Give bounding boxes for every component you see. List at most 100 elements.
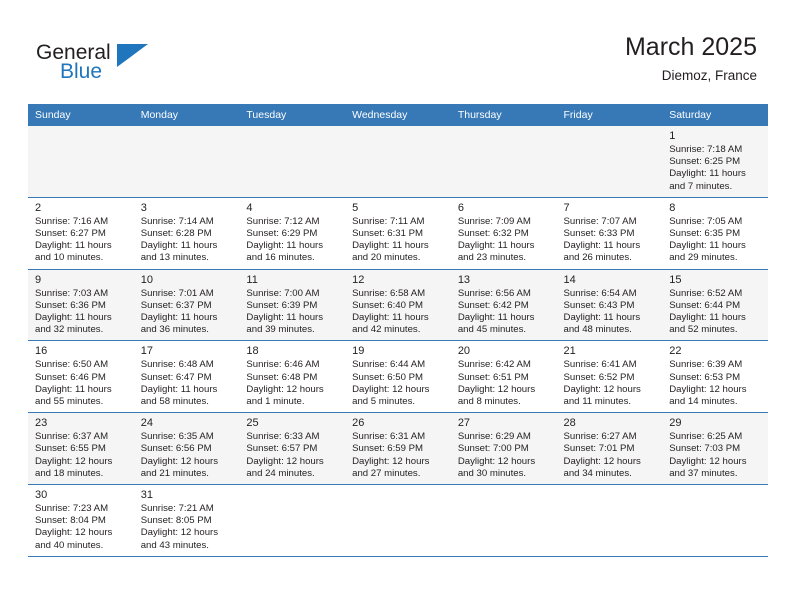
day-number: 22 [669,345,682,358]
calendar-day-cell[interactable]: 2 Sunrise: 7:16 AM Sunset: 6:27 PM Daylig… [28,197,134,270]
day-cell-content: 1 Sunrise: 7:18 AM Sunset: 6:25 PM Daylig… [662,126,768,197]
calendar-day-cell[interactable]: 17 Sunrise: 6:48 AM Sunset: 6:47 PM Dayli… [133,340,240,414]
day-number: 28 [563,417,576,430]
calendar-day-cell[interactable]: 9 Sunrise: 7:03 AM Sunset: 6:36 PM Daylig… [28,269,134,342]
day-number: 7 [563,201,570,214]
day-cell-content: 6 Sunrise: 7:09 AM Sunset: 6:32 PM Daylig… [451,198,557,269]
sun-times-text: Sunrise: 7:16 AM Sunset: 6:27 PM Dayligh… [35,215,112,264]
calendar-day-cell[interactable]: 19 Sunrise: 6:44 AM Sunset: 6:50 PM Dayli… [345,340,451,414]
day-cell-content [451,126,557,197]
calendar-empty-cell [133,126,240,198]
day-cell-content [134,126,240,197]
calendar-week-row: 16 Sunrise: 6:50 AM Sunset: 6:46 PM Dayli… [28,340,768,414]
weekday-header-monday: Monday [133,104,240,126]
weekday-header-row: Sunday Monday Tuesday Wednesday Thursday… [28,104,768,126]
calendar-day-cell[interactable]: 16 Sunrise: 6:50 AM Sunset: 6:46 PM Dayli… [28,340,134,414]
calendar-day-cell[interactable]: 6 Sunrise: 7:09 AM Sunset: 6:32 PM Daylig… [450,197,557,270]
calendar-day-cell[interactable]: 29 Sunrise: 6:25 AM Sunset: 7:03 PM Dayli… [662,412,768,486]
calendar-day-cell[interactable]: 18 Sunrise: 6:46 AM Sunset: 6:48 PM Dayli… [239,340,346,414]
day-number: 13 [457,273,471,286]
sun-times-text: Sunrise: 7:01 AM Sunset: 6:37 PM Dayligh… [140,287,218,336]
sun-times-text: Sunrise: 6:56 AM Sunset: 6:42 PM Dayligh… [457,287,535,336]
day-cell-content [451,485,557,556]
general-blue-logo[interactable]: General Blue [36,41,186,91]
sun-times-text: Sunrise: 6:37 AM Sunset: 6:55 PM Dayligh… [35,431,113,479]
calendar-day-cell[interactable]: 20 Sunrise: 6:42 AM Sunset: 6:51 PM Dayli… [450,340,557,414]
page-header: General Blue March 2025 Diemoz, France [0,0,792,104]
weekday-header-saturday: Saturday [662,104,768,126]
calendar-day-cell[interactable]: 1 Sunrise: 7:18 AM Sunset: 6:25 PM Daylig… [662,126,768,198]
day-cell-content: 10 Sunrise: 7:01 AM Sunset: 6:37 PM Dayli… [134,270,240,341]
calendar-day-cell[interactable]: 23 Sunrise: 6:37 AM Sunset: 6:55 PM Dayli… [28,412,134,486]
sun-times-text: Sunrise: 6:35 AM Sunset: 6:56 PM Dayligh… [140,431,219,479]
calendar-day-cell[interactable]: 26 Sunrise: 6:31 AM Sunset: 6:59 PM Dayli… [345,412,451,486]
day-cell-content: 16 Sunrise: 6:50 AM Sunset: 6:46 PM Dayli… [28,341,134,412]
calendar-day-cell[interactable]: 30 Sunrise: 7:23 AM Sunset: 8:04 PM Dayli… [28,484,134,557]
sun-times-text: Sunrise: 7:05 AM Sunset: 6:35 PM Dayligh… [669,215,746,264]
day-cell-content: 26 Sunrise: 6:31 AM Sunset: 6:59 PM Dayli… [345,413,451,484]
day-number: 2 [35,201,42,214]
calendar-day-cell[interactable]: 22 Sunrise: 6:39 AM Sunset: 6:53 PM Dayli… [662,340,768,414]
day-number: 16 [35,345,48,358]
day-number: 1 [669,130,676,142]
sun-times-text: Sunrise: 6:25 AM Sunset: 7:03 PM Dayligh… [669,431,747,479]
day-cell-content [239,126,345,197]
day-cell-content: 22 Sunrise: 6:39 AM Sunset: 6:53 PM Dayli… [662,341,768,412]
day-cell-content: 7 Sunrise: 7:07 AM Sunset: 6:33 PM Daylig… [557,198,663,269]
calendar-day-cell[interactable]: 7 Sunrise: 7:07 AM Sunset: 6:33 PM Daylig… [556,197,663,270]
weekday-header-wednesday: Wednesday [345,104,451,126]
day-cell-content: 18 Sunrise: 6:46 AM Sunset: 6:48 PM Dayli… [239,341,345,412]
day-number: 25 [246,417,259,430]
day-number: 27 [457,417,471,430]
calendar-day-cell[interactable]: 3 Sunrise: 7:14 AM Sunset: 6:28 PM Daylig… [133,197,240,270]
calendar-day-cell[interactable]: 31 Sunrise: 7:21 AM Sunset: 8:05 PM Dayli… [133,484,240,557]
day-cell-content: 27 Sunrise: 6:29 AM Sunset: 7:00 PM Dayli… [451,413,557,484]
sun-times-text: Sunrise: 6:27 AM Sunset: 7:01 PM Dayligh… [563,431,641,479]
calendar-day-cell[interactable]: 28 Sunrise: 6:27 AM Sunset: 7:01 PM Dayli… [556,412,663,486]
sun-times-text: Sunrise: 7:09 AM Sunset: 6:32 PM Dayligh… [457,215,535,264]
calendar-day-cell[interactable]: 15 Sunrise: 6:52 AM Sunset: 6:44 PM Dayli… [662,269,768,342]
sun-times-text: Sunrise: 7:14 AM Sunset: 6:28 PM Dayligh… [140,215,218,264]
calendar-week-row: 23 Sunrise: 6:37 AM Sunset: 6:55 PM Dayli… [28,412,768,486]
calendar-week-row: 9 Sunrise: 7:03 AM Sunset: 6:36 PM Daylig… [28,269,768,342]
calendar-day-cell[interactable]: 8 Sunrise: 7:05 AM Sunset: 6:35 PM Daylig… [662,197,768,270]
weekday-header-sunday: Sunday [28,104,134,126]
calendar-day-cell[interactable]: 11 Sunrise: 7:00 AM Sunset: 6:39 PM Dayli… [239,269,346,342]
calendar-empty-cell [556,484,663,557]
calendar-day-cell[interactable]: 14 Sunrise: 6:54 AM Sunset: 6:43 PM Dayli… [556,269,663,342]
day-number: 10 [140,273,153,286]
sun-times-text: Sunrise: 7:11 AM Sunset: 6:31 PM Dayligh… [352,215,429,264]
calendar-day-cell[interactable]: 24 Sunrise: 6:35 AM Sunset: 6:56 PM Dayli… [133,412,240,486]
sun-times-text: Sunrise: 6:39 AM Sunset: 6:53 PM Dayligh… [669,359,747,408]
day-number: 14 [563,273,576,286]
sun-times-text: Sunrise: 6:33 AM Sunset: 6:57 PM Dayligh… [246,431,324,479]
calendar-day-cell[interactable]: 12 Sunrise: 6:58 AM Sunset: 6:40 PM Dayli… [345,269,451,342]
day-cell-content [239,485,345,556]
day-number: 15 [669,273,682,286]
day-cell-content: 19 Sunrise: 6:44 AM Sunset: 6:50 PM Dayli… [345,341,451,412]
sun-times-text: Sunrise: 7:18 AM Sunset: 6:25 PM Dayligh… [669,144,746,192]
location-subtitle: Diemoz, France [661,68,757,83]
day-cell-content: 12 Sunrise: 6:58 AM Sunset: 6:40 PM Dayli… [345,270,451,341]
day-cell-content: 20 Sunrise: 6:42 AM Sunset: 6:51 PM Dayli… [451,341,557,412]
calendar-day-cell[interactable]: 10 Sunrise: 7:01 AM Sunset: 6:37 PM Dayli… [133,269,240,342]
day-cell-content [28,126,134,197]
calendar-empty-cell [450,484,557,557]
day-cell-content: 21 Sunrise: 6:41 AM Sunset: 6:52 PM Dayli… [557,341,663,412]
calendar-day-cell[interactable]: 4 Sunrise: 7:12 AM Sunset: 6:29 PM Daylig… [239,197,346,270]
sun-times-text: Sunrise: 6:54 AM Sunset: 6:43 PM Dayligh… [563,287,641,336]
day-number: 12 [352,273,365,286]
day-number: 19 [352,345,365,358]
calendar-day-cell[interactable]: 21 Sunrise: 6:41 AM Sunset: 6:52 PM Dayli… [556,340,663,414]
sun-times-text: Sunrise: 7:21 AM Sunset: 8:05 PM Dayligh… [140,503,219,551]
sun-times-text: Sunrise: 6:31 AM Sunset: 6:59 PM Dayligh… [352,431,430,479]
page-title: March 2025 [624,33,757,61]
calendar-week-row: 30 Sunrise: 7:23 AM Sunset: 8:04 PM Dayli… [28,484,768,557]
calendar-day-cell[interactable]: 25 Sunrise: 6:33 AM Sunset: 6:57 PM Dayli… [239,412,346,486]
day-number: 29 [669,417,682,430]
calendar-day-cell[interactable]: 27 Sunrise: 6:29 AM Sunset: 7:00 PM Dayli… [450,412,557,486]
calendar-day-cell[interactable]: 13 Sunrise: 6:56 AM Sunset: 6:42 PM Dayli… [450,269,557,342]
calendar-empty-cell [450,126,557,198]
calendar-day-cell[interactable]: 5 Sunrise: 7:11 AM Sunset: 6:31 PM Daylig… [345,197,451,270]
day-cell-content: 14 Sunrise: 6:54 AM Sunset: 6:43 PM Dayli… [557,270,663,341]
